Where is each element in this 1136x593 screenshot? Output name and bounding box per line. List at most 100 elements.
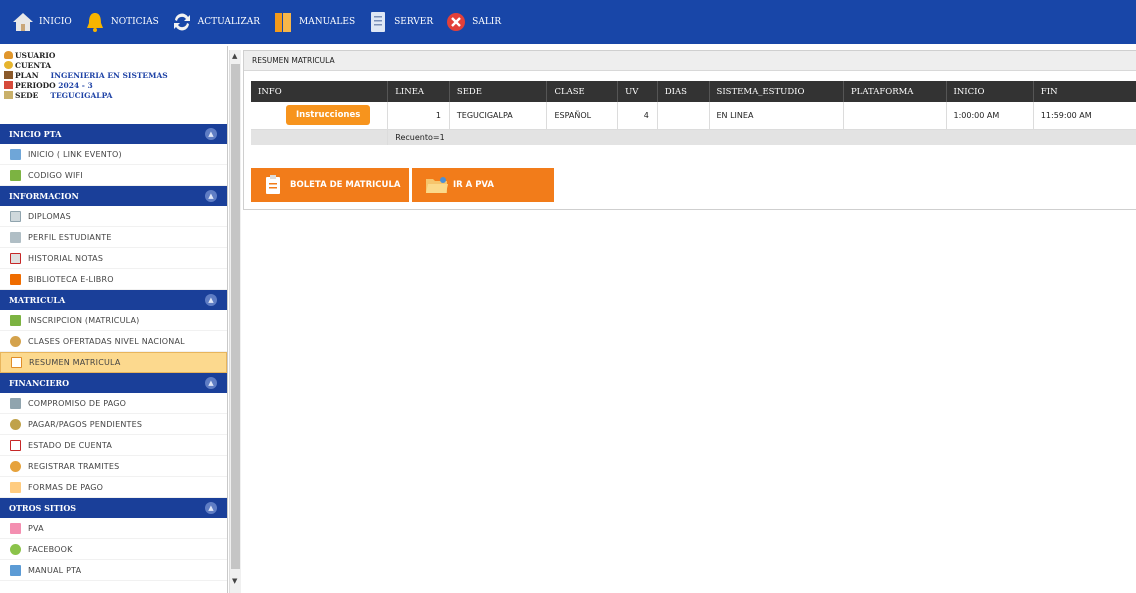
sidebar-item-historial-notas[interactable]: HISTORIAL NOTAS — [0, 248, 227, 269]
classes-icon — [10, 335, 21, 347]
sidebar-item-estado-cuenta[interactable]: ESTADO DE CUENTA — [0, 435, 227, 456]
instrucciones-button[interactable]: Instrucciones — [286, 105, 371, 126]
scroll-up-arrow-icon[interactable]: ▲ — [232, 52, 237, 60]
section-informacion[interactable]: INFORMACION ▲ — [0, 186, 227, 206]
toolbar-inicio[interactable]: INICIO — [12, 11, 72, 33]
table-footer-row: Recuento=1 — [251, 129, 1136, 145]
section-title: INICIO PTA — [9, 129, 62, 139]
manual-icon — [10, 564, 21, 576]
section-otros-sitios[interactable]: OTROS SITIOS ▲ — [0, 498, 227, 518]
sidebar-item-registrar-tramites[interactable]: REGISTRAR TRAMITES — [0, 456, 227, 477]
enroll-icon — [10, 314, 21, 326]
chevron-up-icon[interactable]: ▲ — [205, 190, 217, 202]
sidebar-item-formas-pago[interactable]: FORMAS DE PAGO — [0, 477, 227, 498]
chevron-up-icon[interactable]: ▲ — [205, 377, 217, 389]
sidebar-item-label: ESTADO DE CUENTA — [28, 440, 113, 450]
notes-icon — [10, 252, 21, 264]
uv-cell: 4 — [617, 102, 658, 130]
sidebar-item-label: CODIGO WIFI — [28, 170, 83, 180]
sidebar-item-inicio-link-evento[interactable]: INICIO ( LINK EVENTO) — [0, 144, 227, 165]
column-header: CLASE — [546, 81, 619, 102]
building-icon — [4, 91, 13, 99]
sidebar-scrollbar[interactable]: ▲ ▼ — [229, 50, 241, 593]
sidebar-item-biblioteca[interactable]: BIBLIOTECA E-LIBRO — [0, 269, 227, 290]
chevron-up-icon[interactable]: ▲ — [205, 294, 217, 306]
sidebar-item-inscripcion[interactable]: INSCRIPCION (MATRICULA) — [0, 310, 227, 331]
sidebar-item-pva[interactable]: PVA — [0, 518, 227, 539]
dias-cell — [657, 102, 710, 130]
sidebar-item-label: RESUMEN MATRICULA — [29, 358, 121, 367]
user-icon — [4, 51, 13, 59]
sidebar-item-pagar-pendientes[interactable]: PAGAR/PAGOS PENDIENTES — [0, 414, 227, 435]
usuario-label: USUARIO — [15, 50, 56, 60]
close-icon — [447, 13, 466, 31]
boleta-matricula-button[interactable]: BOLETA DE MATRICULA — [251, 168, 409, 202]
section-financiero[interactable]: FINANCIERO ▲ — [0, 373, 227, 393]
panel-title: RESUMEN MATRICULA — [244, 51, 1136, 71]
bell-icon — [86, 13, 103, 32]
clipboard-icon — [266, 175, 280, 194]
section-title: FINANCIERO — [9, 378, 70, 388]
wifi-icon — [10, 169, 21, 181]
toolbar-manuales[interactable]: MANUALES — [272, 11, 355, 33]
scrollbar-thumb[interactable] — [231, 64, 240, 569]
column-header: PLATAFORMA — [843, 81, 947, 102]
toolbar-salir[interactable]: SALIR — [445, 11, 501, 33]
ir-a-pva-button[interactable]: IR A PVA — [412, 168, 554, 202]
toolbar-inicio-label: INICIO — [39, 17, 72, 27]
sidebar-item-label: FORMAS DE PAGO — [28, 482, 104, 492]
sidebar-item-resumen-matricula[interactable]: RESUMEN MATRICULA — [0, 352, 227, 373]
sidebar-item-clases-ofertadas[interactable]: CLASES OFERTADAS NIVEL NACIONAL — [0, 331, 227, 352]
folder-icon — [426, 177, 448, 193]
sidebar-item-label: DIPLOMAS — [28, 211, 71, 221]
facebook-icon — [10, 543, 21, 555]
plataforma-cell — [843, 102, 947, 130]
sidebar-item-label: FACEBOOK — [28, 544, 73, 554]
periodo-label: PERIODO — [15, 80, 56, 90]
sidebar-item-label: COMPROMISO DE PAGO — [28, 398, 127, 408]
section-title: OTROS SITIOS — [9, 503, 77, 513]
toolbar-actualizar[interactable]: ACTUALIZAR — [171, 11, 260, 33]
toolbar-actualizar-label: ACTUALIZAR — [197, 17, 260, 27]
record-count: Recuento=1 — [387, 129, 1136, 145]
book-icon — [275, 13, 291, 32]
toolbar-salir-label: SALIR — [472, 17, 502, 27]
sidebar-item-label: HISTORIAL NOTAS — [28, 253, 104, 263]
chevron-up-icon[interactable]: ▲ — [205, 128, 217, 140]
sidebar-item-label: INSCRIPCION (MATRICULA) — [28, 315, 140, 325]
scroll-down-arrow-icon[interactable]: ▼ — [232, 577, 237, 585]
sidebar-item-codigo-wifi[interactable]: CODIGO WIFI — [0, 165, 227, 186]
home-icon — [10, 148, 21, 160]
column-header: SEDE — [449, 81, 548, 102]
summary-icon — [11, 357, 22, 368]
sidebar-item-facebook[interactable]: FACEBOOK — [0, 539, 227, 560]
section-title: INFORMACION — [9, 191, 79, 201]
forms-icon — [10, 481, 21, 493]
sidebar-item-diplomas[interactable]: DIPLOMAS — [0, 206, 227, 227]
resumen-matricula-panel: RESUMEN MATRICULA INFO LINEA SEDE CLASE … — [243, 50, 1136, 210]
key-icon — [4, 61, 13, 69]
toolbar-manuales-label: MANUALES — [299, 17, 356, 27]
refresh-icon — [173, 13, 190, 31]
sidebar-item-manual-pta[interactable]: MANUAL PTA — [0, 560, 227, 581]
register-icon — [10, 460, 21, 472]
plan-value: INGENIERIA EN SISTEMAS — [50, 70, 168, 80]
library-icon — [10, 273, 21, 285]
chevron-up-icon[interactable]: ▲ — [205, 502, 217, 514]
toolbar-server-label: SERVER — [394, 17, 434, 27]
section-inicio-pta[interactable]: INICIO PTA ▲ — [0, 124, 227, 144]
column-header: UV — [617, 81, 658, 102]
section-matricula[interactable]: MATRICULA ▲ — [0, 290, 227, 310]
cuenta-label: CUENTA — [15, 60, 52, 70]
briefcase-icon — [4, 71, 13, 79]
toolbar-noticias[interactable]: NOTICIAS — [84, 11, 159, 33]
sidebar-item-compromiso-pago[interactable]: COMPROMISO DE PAGO — [0, 393, 227, 414]
toolbar-server[interactable]: SERVER — [367, 11, 433, 33]
sidebar-item-perfil-estudiante[interactable]: PERFIL ESTUDIANTE — [0, 227, 227, 248]
section-title: MATRICULA — [9, 295, 66, 305]
column-header: LINEA — [387, 81, 450, 102]
sidebar-item-label: MANUAL PTA — [28, 565, 82, 575]
payment-commit-icon — [10, 397, 21, 409]
column-header: INICIO — [946, 81, 1034, 102]
column-header: SISTEMA_ESTUDIO — [709, 81, 844, 102]
